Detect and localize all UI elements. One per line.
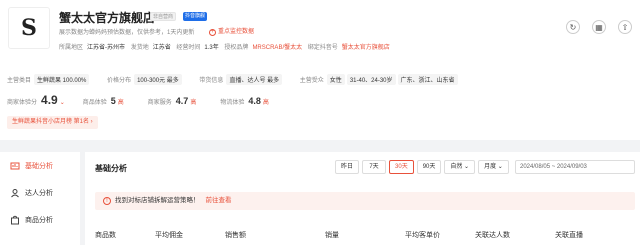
header-actions: ↻ ▦ ⇧	[566, 20, 632, 34]
brand-label: 授权品牌	[224, 45, 249, 51]
service-score-level: 高	[190, 100, 197, 106]
focus-monitor-link[interactable]: + 重点监控数据	[209, 26, 254, 36]
logistics-score-value: 4.8	[248, 96, 261, 106]
metric-linked-influencers: 关联达人数	[475, 232, 510, 239]
ship-from-value: 江苏省	[152, 45, 171, 51]
range-natural-dropdown[interactable]: 自然 ⌄	[444, 160, 476, 174]
metric-avg-commission: 平均佣金	[155, 232, 183, 239]
metrics-header: 商品数 平均佣金 销售额 销量 平均客单价 关联达人数 关联直播	[95, 230, 635, 240]
audience-label: 主营受众	[299, 78, 324, 84]
logistics-score-label: 物流体验	[220, 100, 245, 106]
rank-badge[interactable]: 生鲜蔬果抖音小店月榜 第1名 ›	[7, 116, 98, 129]
sidebar: 基础分析 达人分析 商品分析	[0, 152, 80, 245]
sidebar-item-basic-analysis[interactable]: 基础分析	[0, 152, 80, 179]
warning-icon: !	[103, 197, 111, 205]
sidebar-item-influencer-analysis[interactable]: 达人分析	[0, 179, 80, 206]
product-score-value: 5	[110, 96, 116, 106]
douyin-account-link[interactable]: 蟹太太官方旗舰店	[342, 45, 390, 51]
metric-sales-volume: 销量	[325, 232, 339, 239]
range-monthly-dropdown[interactable]: 月度 ⌄	[478, 160, 509, 174]
range-30d[interactable]: 30天	[389, 160, 414, 174]
analysis-icon	[10, 162, 20, 169]
range-yesterday[interactable]: 昨日	[335, 160, 360, 174]
price-dist-label: 价格分布	[107, 78, 132, 84]
sidebar-item-label: 达人分析	[25, 189, 53, 197]
product-score-label: 商品体验	[82, 100, 107, 106]
flagship-tag: 抖音旗舰	[183, 12, 208, 21]
region-value: 江苏省-苏州市	[87, 45, 126, 51]
shop-score-value: 4.9	[41, 93, 58, 107]
metric-linked-lives: 关联直播	[555, 232, 583, 239]
score-row: 商家体验分 4.9 ⌄ 商品体验 5 高 商家服务 4.7 高 物流体验 4.8 高	[7, 93, 293, 107]
range-90d[interactable]: 90天	[416, 160, 442, 174]
main-category-value: 生鲜蔬果 100.00%	[34, 74, 90, 85]
service-score-label: 商家服务	[147, 100, 172, 106]
metric-avg-order-value: 平均客单价	[405, 232, 440, 239]
bag-icon	[11, 215, 19, 224]
main-panel: 基础分析 昨日 7天 30天 90天 自然 ⌄ 月度 ⌄ 2024/08/05 …	[85, 152, 640, 245]
ship-from-label: 发货地	[130, 45, 149, 51]
focus-monitor-label: 重点监控数据	[218, 29, 255, 35]
brand-link[interactable]: MRSCRAB/蟹太太	[252, 45, 302, 51]
main-category-label: 主营类目	[7, 78, 32, 84]
qr-code-icon[interactable]: ▦	[592, 20, 606, 34]
shop-score-label: 商家体验分	[7, 100, 38, 106]
operating-time-value: 1.3年	[204, 45, 219, 51]
price-dist-value: 100-300元 最多	[134, 74, 182, 85]
range-7d[interactable]: 7天	[362, 160, 387, 174]
metric-sales-amount: 销售额	[225, 232, 246, 239]
shop-name: 蟹太太官方旗舰店	[59, 11, 156, 25]
audience-gender: 女性	[326, 74, 345, 85]
user-icon	[11, 188, 19, 197]
section-title: 基础分析	[95, 164, 127, 173]
service-score-value: 4.7	[175, 96, 189, 106]
date-range-buttons: 昨日 7天 30天 90天 自然 ⌄ 月度 ⌄	[335, 160, 509, 174]
notice-text: 找到对标店铺拆解运营策略！	[115, 197, 200, 204]
notice-link[interactable]: 前往查看	[206, 197, 232, 204]
audience-region: 广东、浙江、山东省	[397, 74, 458, 85]
sidebar-item-label: 商品分析	[25, 216, 53, 224]
shop-header: S 蟹太太官方旗舰店 非自营商 抖音旗舰 展示数据为蝉妈妈预估数据，仅供参考，1…	[0, 0, 640, 140]
date-range-picker[interactable]: 2024/08/05 ~ 2024/09/03	[515, 160, 635, 174]
refresh-icon[interactable]: ↻	[566, 20, 580, 34]
shop-info-line: 所属地区 江苏省-苏州市 发货地 江苏省 经营时间 1.3年 授权品牌 MRSCRAB/…	[59, 42, 394, 51]
sales-channel-label: 带货信息	[199, 78, 224, 84]
shop-logo: S	[8, 7, 50, 49]
logistics-score-level: 高	[262, 100, 269, 106]
metric-product-count: 商品数	[95, 232, 116, 239]
sidebar-item-product-analysis[interactable]: 商品分析	[0, 206, 80, 233]
plus-icon: +	[209, 29, 216, 36]
shop-type-tag: 非自营商	[150, 12, 177, 21]
region-label: 所属地区	[59, 45, 84, 51]
sales-channel-value: 直播、达人号 最多	[226, 74, 283, 85]
notice-bar: ! 找到对标店铺拆解运营策略！ 前往查看	[95, 192, 635, 210]
sidebar-item-label: 基础分析	[25, 162, 53, 170]
meta-row: 主营类目 生鲜蔬果 100.00% 价格分布 100-300元 最多 带货信息 直播、…	[7, 74, 460, 85]
data-disclaimer: 展示数据为蝉妈妈预估数据，仅供参考，1天内更新	[59, 30, 195, 36]
douyin-account-label: 绑定抖音号	[307, 45, 338, 51]
share-icon[interactable]: ⇧	[618, 20, 632, 34]
operating-time-label: 经营时间	[176, 45, 201, 51]
product-score-level: 高	[117, 100, 124, 106]
logo-mark: S	[21, 15, 37, 41]
chevron-down-icon[interactable]: ⌄	[60, 99, 65, 106]
audience-age: 31-40、24-30岁	[346, 74, 396, 85]
